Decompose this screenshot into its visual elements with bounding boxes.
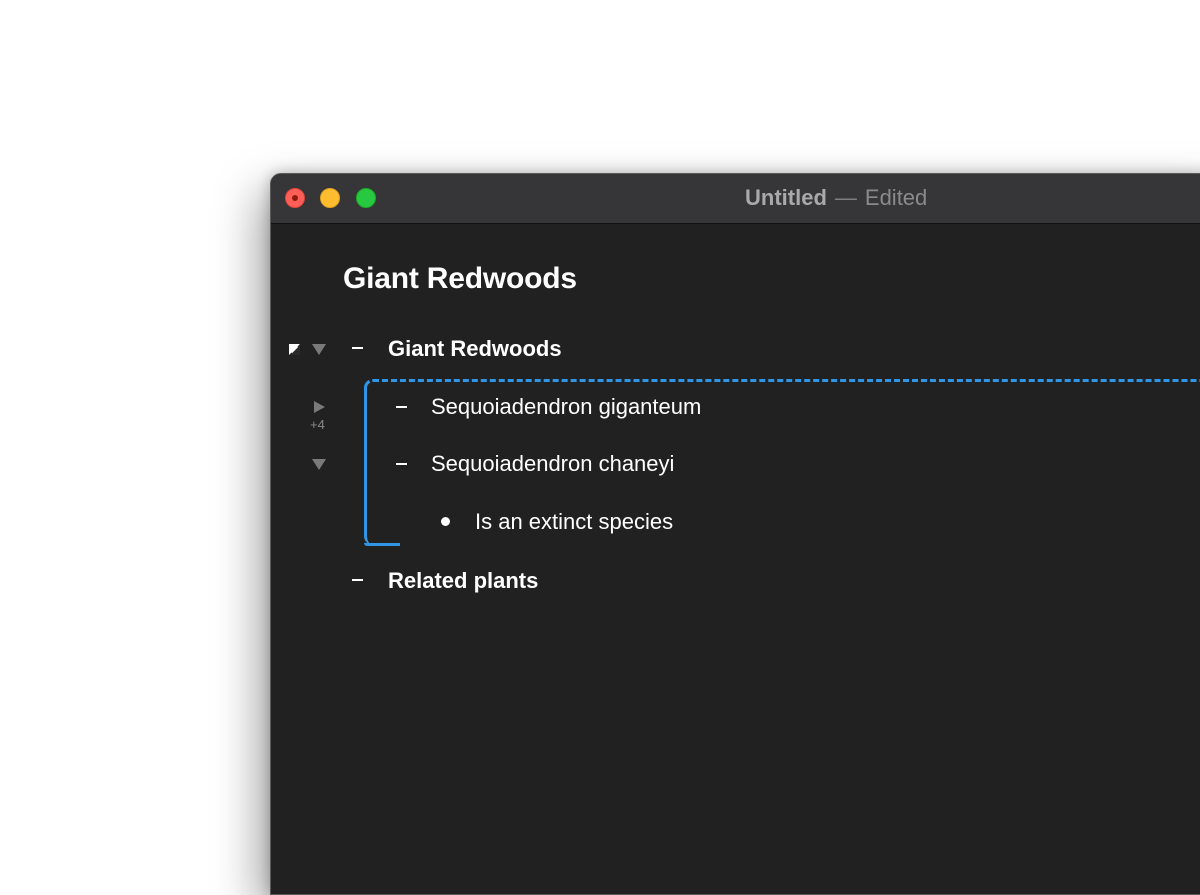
close-icon (292, 195, 298, 201)
document-title[interactable]: Giant Redwoods (343, 262, 577, 296)
dash-marker[interactable] (396, 463, 407, 465)
outline-item-extinct[interactable]: Is an extinct species (475, 509, 673, 535)
disclosure-down-icon[interactable] (312, 344, 326, 355)
zoom-button[interactable] (356, 188, 376, 208)
edit-status: Edited (864, 185, 928, 210)
window-title: Untitled — Edited (745, 185, 927, 211)
hidden-count-badge: +4 (310, 417, 325, 432)
close-button[interactable] (285, 188, 305, 208)
bullet-marker[interactable] (441, 517, 450, 526)
disclosure-down-icon[interactable] (312, 459, 326, 470)
document-name: Untitled (745, 185, 827, 210)
outline-item-related[interactable]: Related plants (388, 568, 538, 594)
outline-item-chaneyi[interactable]: Sequoiadendron chaneyi (431, 451, 674, 477)
outline-item-giganteum[interactable]: Sequoiadendron giganteum (431, 394, 701, 420)
dash-marker[interactable] (352, 579, 363, 581)
app-window: Untitled — Edited Giant Redwoods Giant Red… (270, 173, 1200, 895)
outline-item-root[interactable]: Giant Redwoods (388, 336, 562, 362)
minimize-button[interactable] (320, 188, 340, 208)
dash-marker[interactable] (396, 406, 407, 408)
focus-toggle-icon[interactable] (289, 344, 300, 355)
title-separator: — (834, 185, 857, 210)
disclosure-right-icon[interactable] (314, 401, 325, 413)
dash-marker[interactable] (352, 347, 363, 349)
selection-outline-foot (364, 543, 400, 546)
title-bar[interactable]: Untitled — Edited (271, 174, 1200, 224)
